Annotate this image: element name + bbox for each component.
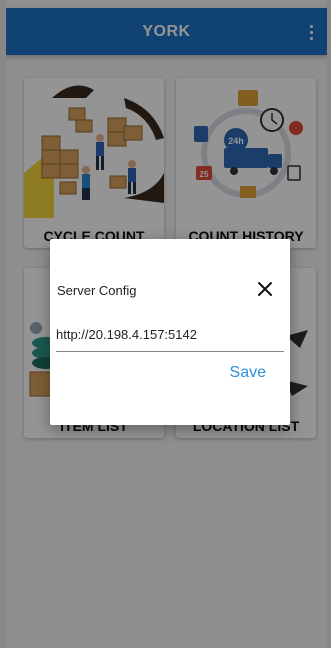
close-icon[interactable]	[256, 280, 274, 298]
save-button[interactable]: Save	[230, 364, 266, 382]
app-screen: YORK CYCLE COUNT 25 24h COUNT HISTORY IT…	[0, 0, 331, 648]
server-url-input[interactable]	[56, 321, 282, 347]
server-config-dialog: Server Config Save	[50, 239, 290, 425]
dialog-title: Server Config	[57, 283, 137, 298]
input-underline	[56, 351, 284, 352]
